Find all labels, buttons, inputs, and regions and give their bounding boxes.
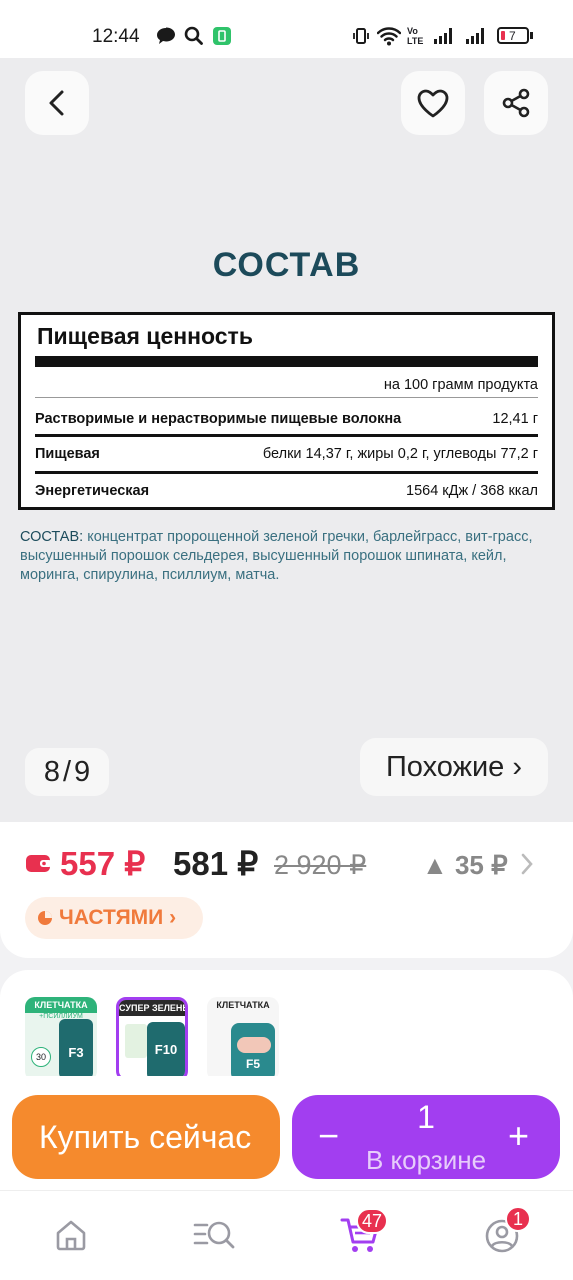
catalog-search-icon[interactable]	[193, 1218, 237, 1257]
gallery-image-title: СОСТАВ	[212, 246, 361, 284]
variant-code: F3	[68, 1045, 84, 1060]
share-button[interactable]	[484, 71, 548, 135]
search-status-icon	[184, 26, 204, 51]
installments-label: ЧАСТЯМИ ›	[59, 906, 177, 929]
nutrition-heading: Пищевая ценность	[37, 323, 253, 349]
variant-thumb[interactable]: КЛЕТЧАТКА +ПСИЛЛИУМ F3 30	[25, 997, 97, 1081]
image-counter: 8 / 9	[25, 748, 109, 796]
counter-total: 9	[74, 755, 91, 788]
nutrition-row-label: Растворимые и нерастворимые пищевые воло…	[35, 411, 402, 427]
composition-text: СОСТАВ: концентрат пророщенной зеленой г…	[20, 528, 554, 585]
nutrition-row-value: 12,41 г	[492, 411, 538, 427]
price-change[interactable]: ▲ 35 ₽	[422, 850, 508, 881]
battery-icon: 7	[497, 27, 529, 44]
counter-separator: /	[62, 755, 72, 788]
volte-label: Vo LTE	[407, 26, 424, 46]
profile-badge: 1	[505, 1206, 531, 1232]
heart-icon	[417, 89, 449, 118]
home-icon[interactable]	[54, 1218, 88, 1257]
variant-label: КЛЕТЧАТКА	[25, 997, 97, 1013]
share-icon	[502, 88, 530, 118]
variant-graphic	[125, 1024, 147, 1058]
cart-badge: 47	[356, 1208, 389, 1234]
wallet-icon	[25, 852, 53, 879]
nutrition-row-value: белки 14,37 г, жиры 0,2 г, углеводы 77,2…	[262, 446, 538, 462]
variant-thumb-selected[interactable]: СУПЕР ЗЕЛЕНЬ F10	[116, 997, 188, 1081]
installments-button[interactable]: ЧАСТЯМИ ›	[25, 897, 203, 939]
nutrition-per: на 100 грамм продукта	[383, 377, 538, 393]
signal-1-icon	[434, 28, 452, 44]
variant-jar: F3	[59, 1019, 93, 1079]
back-button[interactable]	[25, 71, 89, 135]
chevron-left-icon	[49, 90, 64, 116]
status-bar: 12:44 Vo LTE 7	[0, 0, 573, 60]
wifi-icon	[376, 26, 402, 51]
wallet-price: 557 ₽	[60, 845, 146, 882]
variant-code: F10	[154, 1042, 178, 1057]
divider	[35, 356, 538, 367]
nutrition-row: Пищевая белки 14,37 г, жиры 0,2 г, углев…	[35, 437, 538, 471]
divider	[35, 397, 538, 398]
variant-thumb[interactable]: КЛЕТЧАТКА F5	[207, 997, 279, 1081]
variant-label: СУПЕР ЗЕЛЕНЬ	[119, 1000, 185, 1016]
increase-quantity-button[interactable]: +	[508, 1115, 529, 1157]
composition-label: СОСТАВ:	[20, 529, 84, 545]
cart-quantity-control: − 1 В корзине +	[292, 1095, 560, 1179]
message-icon	[156, 27, 176, 50]
nutrition-row: Растворимые и нерастворимые пищевые воло…	[35, 404, 538, 434]
status-time: 12:44	[92, 26, 140, 47]
signal-2-icon	[466, 28, 484, 44]
variant-badge: 30	[31, 1047, 51, 1067]
nutrition-table: Пищевая ценность на 100 грамм продукта Р…	[18, 312, 555, 510]
variant-jar: F10	[147, 1022, 185, 1078]
buy-now-button[interactable]: Купить сейчас	[12, 1095, 280, 1179]
vibrate-icon	[352, 27, 370, 50]
variant-powder	[237, 1037, 271, 1053]
current-price: 581 ₽	[173, 845, 259, 882]
composition-body: концентрат пророщенной зеленой гречки, б…	[20, 529, 533, 583]
nutrition-row: Энергетическая 1564 кДж / 368 ккал	[35, 474, 538, 508]
nutrition-row-label: Пищевая	[35, 446, 100, 462]
similar-products-button[interactable]: Похожие ›	[360, 738, 548, 796]
nutrition-row-label: Энергетическая	[35, 483, 150, 499]
chevron-right-icon[interactable]	[520, 852, 534, 881]
counter-current: 8	[43, 755, 60, 788]
old-price: 2 920 ₽	[274, 850, 367, 880]
pie-icon	[38, 911, 52, 925]
nutrition-row-value: 1564 кДж / 368 ккал	[406, 483, 538, 499]
app-notification-icon	[212, 26, 232, 51]
variant-label: КЛЕТЧАТКА	[216, 1000, 270, 1010]
variant-code: F5	[245, 1057, 260, 1071]
favorite-button[interactable]	[401, 71, 465, 135]
battery-tip	[530, 32, 533, 39]
battery-level: 7	[509, 28, 516, 43]
buy-now-label: Купить сейчас	[39, 1118, 252, 1155]
